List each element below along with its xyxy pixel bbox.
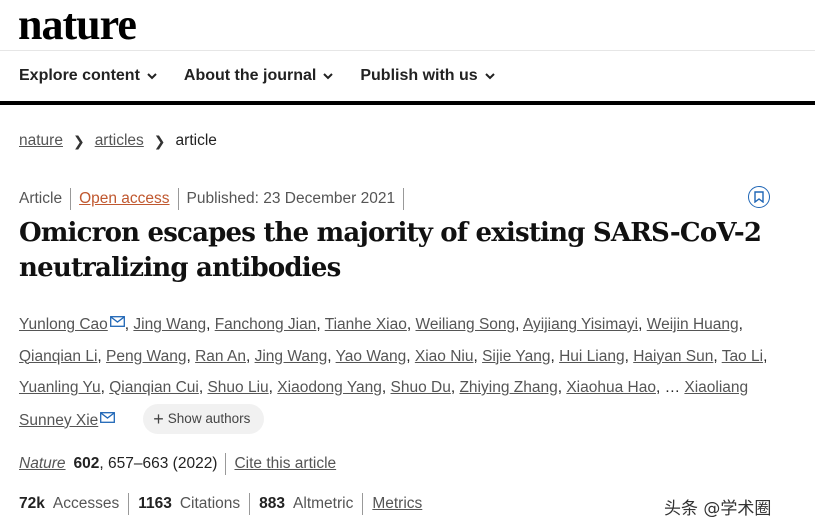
divider	[249, 493, 251, 515]
pages-year: , 657–663 (2022)	[99, 455, 218, 472]
show-authors-label: Show authors	[167, 410, 251, 426]
divider	[128, 493, 130, 515]
author-link[interactable]: Jing Wang	[255, 348, 328, 365]
article-meta: Article Open access Published: 23 Decemb…	[19, 188, 412, 210]
altmetric-label: Altmetric	[293, 495, 354, 512]
breadcrumb-articles-link[interactable]: articles	[95, 132, 144, 150]
mail-icon[interactable]	[100, 411, 116, 423]
accesses-label: Accesses	[52, 495, 120, 512]
article-type: Article	[19, 190, 63, 207]
author-link[interactable]: Yunlong Cao	[19, 316, 108, 333]
author-list: Yunlong Cao, Jing Wang, Fanchong Jian, T…	[19, 309, 799, 436]
breadcrumb-nature-link[interactable]: nature	[19, 132, 63, 150]
chevron-right-icon: ❯	[72, 132, 85, 149]
author-link[interactable]: Fanchong Jian	[215, 316, 317, 333]
author-link[interactable]: Zhiying Zhang	[459, 379, 557, 396]
article-metrics: 72k Accesses 1163 Citations 883 Altmetri…	[19, 493, 422, 515]
chevron-down-icon	[323, 73, 334, 80]
author-link[interactable]: Weiliang Song	[416, 316, 516, 333]
nav-item-label: Explore content	[19, 67, 140, 84]
author-link[interactable]: Shuo Liu	[207, 379, 268, 396]
author-link[interactable]: Tao Li	[722, 348, 763, 365]
author-link[interactable]: Shuo Du	[391, 379, 451, 396]
main-nav: Explore content About the journal Publis…	[0, 50, 815, 105]
nav-item-label: Publish with us	[360, 67, 478, 84]
author-link[interactable]: Hui Liang	[559, 348, 625, 365]
metrics-link[interactable]: Metrics	[372, 495, 422, 513]
show-authors-button[interactable]: + Show authors	[143, 403, 265, 434]
divider	[403, 188, 405, 210]
breadcrumb-current: article	[175, 132, 217, 149]
author-link[interactable]: Xiaodong Yang	[277, 379, 382, 396]
volume: 602	[73, 455, 100, 472]
divider	[362, 493, 364, 515]
citation-line: Nature 602 , 657–663 (2022) Cite this ar…	[19, 453, 336, 475]
published-date: Published: 23 December 2021	[186, 190, 396, 207]
plus-icon: +	[153, 408, 164, 429]
open-access-link[interactable]: Open access	[79, 190, 169, 208]
divider	[177, 188, 179, 210]
author-link[interactable]: Yao Wang	[336, 348, 407, 365]
journal-link[interactable]: Nature	[19, 455, 66, 473]
nav-explore-content[interactable]: Explore content	[19, 67, 158, 85]
author-link[interactable]: Ayijiang Yisimayi	[523, 316, 638, 333]
bookmark-button[interactable]	[748, 186, 770, 208]
author-link[interactable]: Jing Wang	[133, 316, 206, 333]
article-title: Omicron escapes the majority of existing…	[19, 218, 762, 283]
citations-count: 1163	[138, 495, 172, 512]
author-link[interactable]: Peng Wang	[106, 348, 186, 365]
nav-item-label: About the journal	[183, 67, 317, 84]
citations-label: Citations	[179, 495, 241, 512]
author-link[interactable]: Sijie Yang	[482, 348, 550, 365]
author-link[interactable]: Qianqian Cui	[109, 379, 199, 396]
mail-icon[interactable]	[109, 316, 125, 327]
cite-this-article-link[interactable]: Cite this article	[234, 455, 336, 473]
authors-ellipsis: …	[664, 379, 681, 396]
author-link[interactable]: Xiao Niu	[415, 348, 474, 365]
author-link[interactable]: Xiaohua Hao	[566, 379, 656, 396]
chevron-right-icon: ❯	[153, 132, 166, 149]
author-link[interactable]: Ran An	[195, 348, 246, 365]
chevron-down-icon	[484, 73, 495, 80]
nature-logo[interactable]: nature	[18, 2, 137, 48]
nav-publish-with-us[interactable]: Publish with us	[360, 67, 495, 85]
chevron-down-icon	[147, 73, 157, 80]
altmetric-score: 883	[259, 495, 286, 512]
watermark: 头条 @学术圈	[664, 499, 772, 519]
divider	[225, 453, 227, 475]
author-link[interactable]: Qianqian Li	[19, 348, 97, 365]
author-link[interactable]: Haiyan Sun	[633, 348, 713, 365]
author-link[interactable]: Weijin Huang	[647, 316, 739, 333]
author-link[interactable]: Yuanling Yu	[19, 379, 101, 396]
divider	[70, 188, 72, 210]
bookmark-icon	[754, 191, 764, 203]
nav-about-the-journal[interactable]: About the journal	[184, 67, 334, 85]
author-link[interactable]: Tianhe Xiao	[325, 316, 407, 333]
accesses-count: 72k	[19, 495, 45, 512]
breadcrumb: nature ❯ articles ❯ article	[19, 132, 217, 150]
